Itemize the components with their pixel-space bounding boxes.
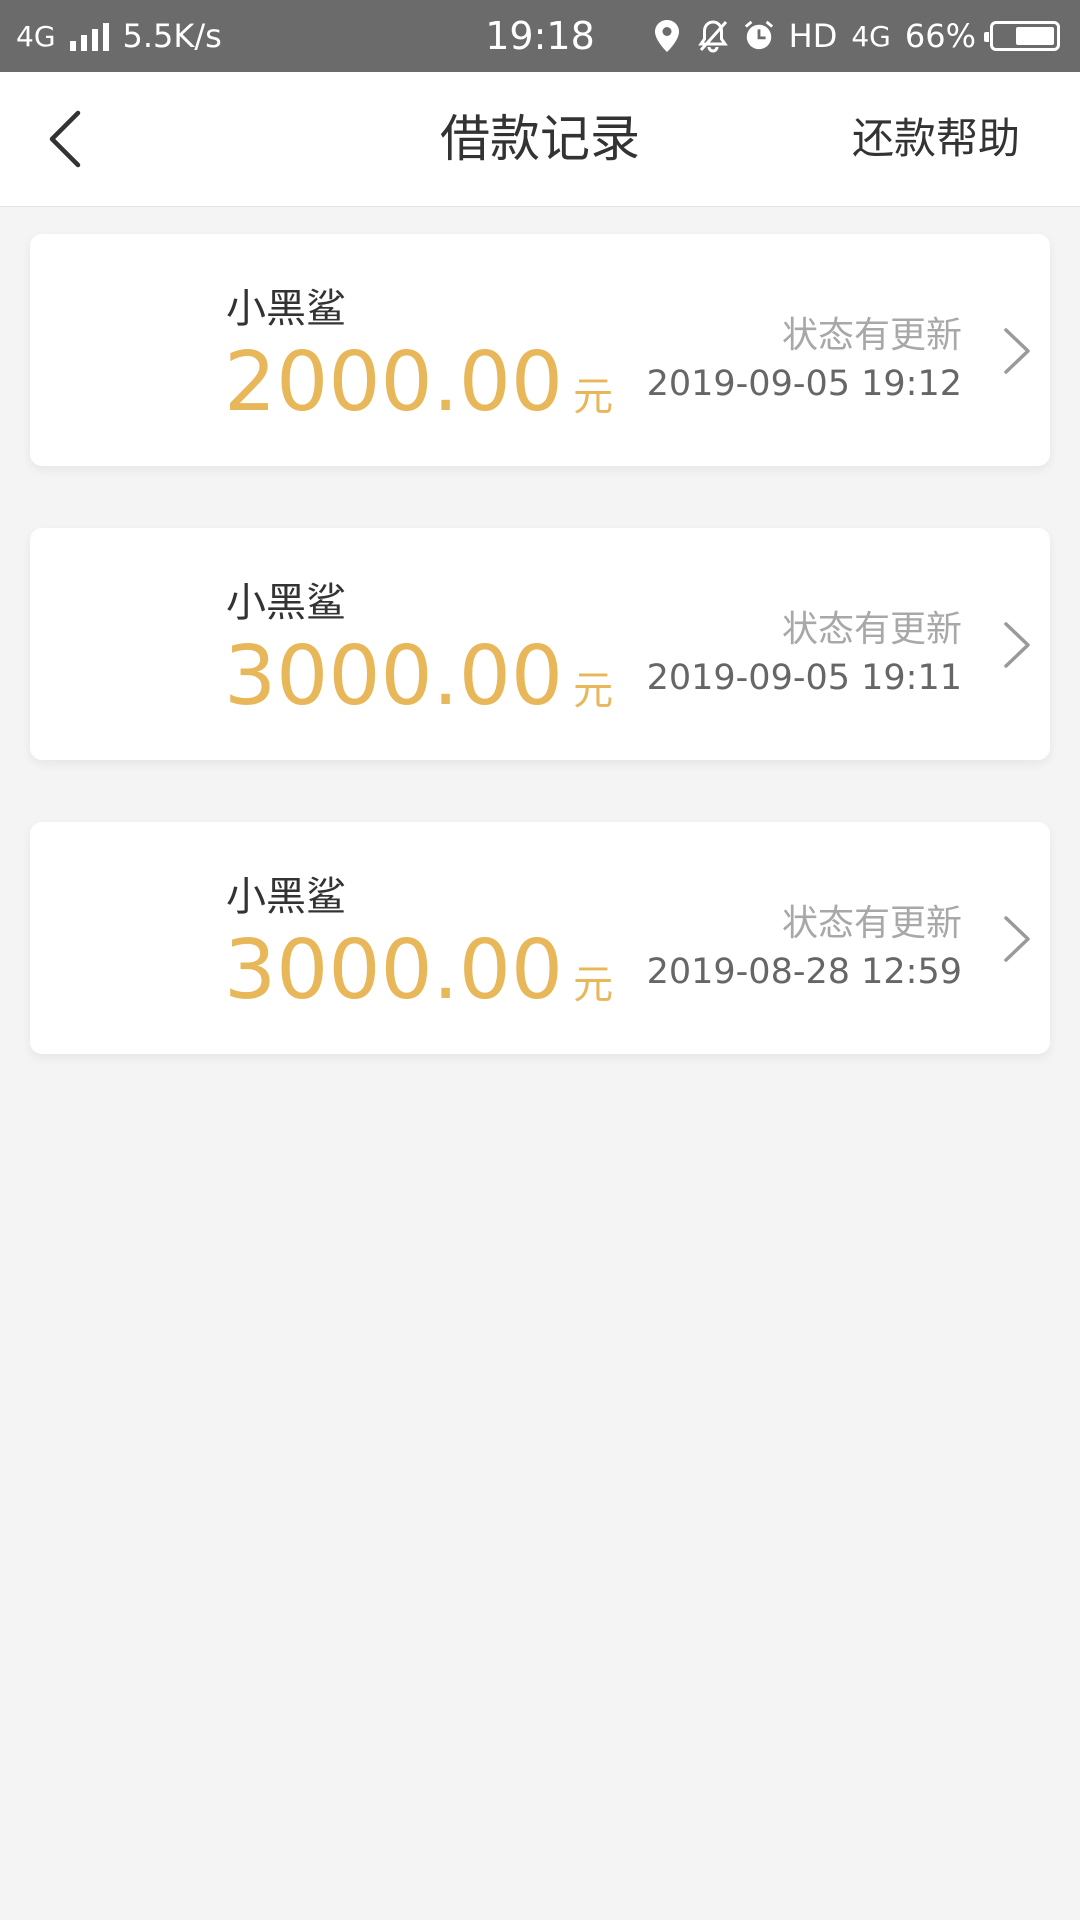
record-status: 状态有更新 — [781, 315, 962, 356]
chevron-right-icon — [1004, 328, 1030, 374]
loan-record-list: 小黑鲨 2000.00 元 状态有更新 2019-09-05 19:12 小黑鲨… — [30, 234, 1050, 1116]
chevron-right-icon — [1004, 622, 1030, 668]
record-amount: 2000.00 元 — [224, 342, 613, 424]
nav-bar: 借款记录 还款帮助 — [0, 72, 1080, 207]
repayment-help-link[interactable]: 还款帮助 — [852, 72, 1020, 206]
record-status: 状态有更新 — [781, 609, 962, 650]
battery-percent: 66% — [904, 17, 976, 55]
network-type-right: 4G — [851, 19, 891, 53]
record-status: 状态有更新 — [781, 903, 962, 944]
record-name: 小黑鲨 — [226, 286, 346, 332]
amount-value: 3000.00 — [224, 923, 564, 1018]
battery-fill — [1016, 27, 1054, 45]
battery-icon — [984, 21, 1060, 51]
mute-bell-icon — [697, 18, 729, 54]
hd-label: HD — [788, 17, 838, 55]
loan-record-card[interactable]: 小黑鲨 2000.00 元 状态有更新 2019-09-05 19:12 — [30, 234, 1050, 466]
chevron-right-icon — [1004, 916, 1030, 962]
status-right: HD 4G 66% — [651, 0, 1060, 72]
record-amount: 3000.00 元 — [224, 636, 613, 718]
record-amount: 3000.00 元 — [224, 930, 613, 1012]
amount-value: 2000.00 — [224, 335, 564, 430]
amount-unit: 元 — [573, 962, 614, 1008]
loan-record-card[interactable]: 小黑鲨 3000.00 元 状态有更新 2019-09-05 19:11 — [30, 528, 1050, 760]
record-time: 2019-09-05 19:12 — [646, 364, 962, 404]
amount-unit: 元 — [573, 374, 614, 420]
record-name: 小黑鲨 — [226, 580, 346, 626]
loan-record-card[interactable]: 小黑鲨 3000.00 元 状态有更新 2019-08-28 12:59 — [30, 822, 1050, 1054]
record-name: 小黑鲨 — [226, 874, 346, 920]
alarm-icon — [743, 18, 775, 54]
record-time: 2019-08-28 12:59 — [646, 952, 962, 992]
record-time: 2019-09-05 19:11 — [646, 658, 962, 698]
amount-value: 3000.00 — [224, 629, 564, 724]
status-bar: 4G 5.5K/s 19:18 HD 4G 66% — [0, 0, 1080, 72]
location-icon — [651, 18, 683, 54]
amount-unit: 元 — [573, 668, 614, 714]
